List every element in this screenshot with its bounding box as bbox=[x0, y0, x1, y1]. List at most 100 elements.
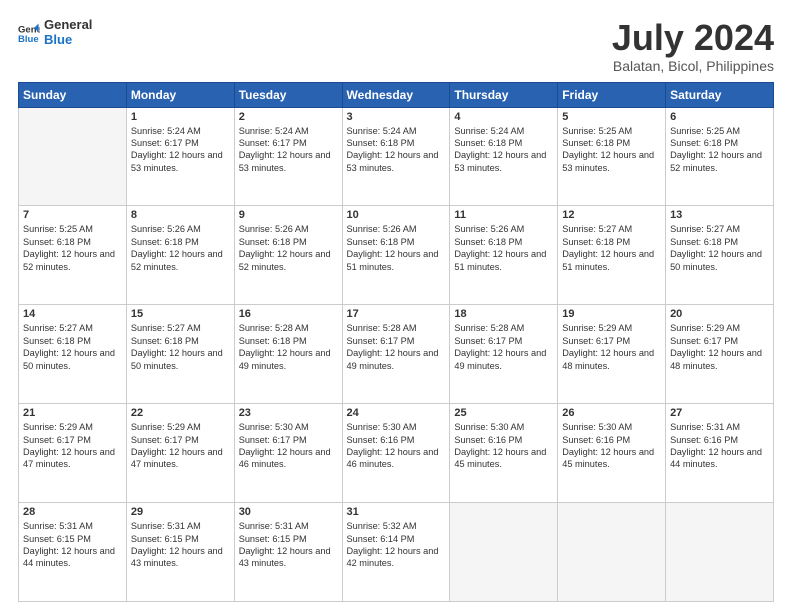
week-row-4: 21 Sunrise: 5:29 AMSunset: 6:17 PMDayligh… bbox=[19, 404, 774, 503]
calendar-cell: 17 Sunrise: 5:28 AMSunset: 6:17 PMDayligh… bbox=[342, 305, 450, 404]
day-info: Sunrise: 5:29 AMSunset: 6:17 PMDaylight:… bbox=[131, 421, 230, 471]
week-row-3: 14 Sunrise: 5:27 AMSunset: 6:18 PMDayligh… bbox=[19, 305, 774, 404]
day-info: Sunrise: 5:31 AMSunset: 6:16 PMDaylight:… bbox=[670, 421, 769, 471]
day-info: Sunrise: 5:24 AMSunset: 6:18 PMDaylight:… bbox=[347, 125, 446, 175]
day-number: 5 bbox=[562, 111, 661, 123]
day-info: Sunrise: 5:28 AMSunset: 6:17 PMDaylight:… bbox=[454, 322, 553, 372]
day-number: 30 bbox=[239, 506, 338, 518]
day-number: 3 bbox=[347, 111, 446, 123]
calendar-cell: 15Sunrise: 5:27 AMSunset: 6:18 PMDayligh… bbox=[126, 305, 234, 404]
day-number: 15 bbox=[131, 308, 230, 320]
weekday-header-sunday: Sunday bbox=[19, 82, 127, 107]
day-info: Sunrise: 5:27 AMSunset: 6:18 PMDaylight:… bbox=[23, 322, 122, 372]
calendar-cell bbox=[666, 503, 774, 602]
day-number: 1 bbox=[131, 111, 230, 123]
weekday-header-friday: Friday bbox=[558, 82, 666, 107]
day-number: 21 bbox=[23, 407, 122, 419]
calendar-cell: 10Sunrise: 5:26 AMSunset: 6:18 PMDayligh… bbox=[342, 206, 450, 305]
day-info: Sunrise: 5:32 AMSunset: 6:14 PMDaylight:… bbox=[347, 520, 446, 570]
day-info: Sunrise: 5:24 AMSunset: 6:17 PMDaylight:… bbox=[131, 125, 230, 175]
day-number: 23 bbox=[239, 407, 338, 419]
calendar-cell: 6 Sunrise: 5:25 AMSunset: 6:18 PMDaylight… bbox=[666, 107, 774, 206]
weekday-header-thursday: Thursday bbox=[450, 82, 558, 107]
day-number: 4 bbox=[454, 111, 553, 123]
day-info: Sunrise: 5:30 AMSunset: 6:16 PMDaylight:… bbox=[454, 421, 553, 471]
logo-general: General bbox=[44, 18, 92, 33]
day-info: Sunrise: 5:27 AMSunset: 6:18 PMDaylight:… bbox=[670, 223, 769, 273]
calendar-cell: 31Sunrise: 5:32 AMSunset: 6:14 PMDayligh… bbox=[342, 503, 450, 602]
day-info: Sunrise: 5:25 AMSunset: 6:18 PMDaylight:… bbox=[23, 223, 122, 273]
day-info: Sunrise: 5:31 AMSunset: 6:15 PMDaylight:… bbox=[23, 520, 122, 570]
day-info: Sunrise: 5:31 AMSunset: 6:15 PMDaylight:… bbox=[131, 520, 230, 570]
header: General Blue General Blue July 2024 Bala… bbox=[18, 18, 774, 74]
logo-icon: General Blue bbox=[18, 22, 40, 44]
calendar-cell: 30 Sunrise: 5:31 AMSunset: 6:15 PMDayligh… bbox=[234, 503, 342, 602]
day-number: 29 bbox=[131, 506, 230, 518]
day-info: Sunrise: 5:28 AMSunset: 6:17 PMDaylight:… bbox=[347, 322, 446, 372]
day-info: Sunrise: 5:26 AMSunset: 6:18 PMDaylight:… bbox=[239, 223, 338, 273]
day-number: 16 bbox=[239, 308, 338, 320]
day-info: Sunrise: 5:28 AMSunset: 6:18 PMDaylight:… bbox=[239, 322, 338, 372]
day-number: 24 bbox=[347, 407, 446, 419]
weekday-header-row: SundayMondayTuesdayWednesdayThursdayFrid… bbox=[19, 82, 774, 107]
calendar-cell: 8 Sunrise: 5:26 AMSunset: 6:18 PMDaylight… bbox=[126, 206, 234, 305]
week-row-5: 28Sunrise: 5:31 AMSunset: 6:15 PMDayligh… bbox=[19, 503, 774, 602]
calendar-cell bbox=[558, 503, 666, 602]
calendar-cell: 25 Sunrise: 5:30 AMSunset: 6:16 PMDayligh… bbox=[450, 404, 558, 503]
week-row-2: 7 Sunrise: 5:25 AMSunset: 6:18 PMDaylight… bbox=[19, 206, 774, 305]
logo-blue: Blue bbox=[44, 33, 92, 48]
calendar-cell: 23 Sunrise: 5:30 AMSunset: 6:17 PMDayligh… bbox=[234, 404, 342, 503]
day-number: 20 bbox=[670, 308, 769, 320]
day-info: Sunrise: 5:29 AMSunset: 6:17 PMDaylight:… bbox=[562, 322, 661, 372]
location-title: Balatan, Bicol, Philippines bbox=[612, 58, 774, 74]
day-number: 13 bbox=[670, 209, 769, 221]
day-info: Sunrise: 5:30 AMSunset: 6:17 PMDaylight:… bbox=[239, 421, 338, 471]
day-number: 17 bbox=[347, 308, 446, 320]
calendar-cell: 7 Sunrise: 5:25 AMSunset: 6:18 PMDaylight… bbox=[19, 206, 127, 305]
day-number: 25 bbox=[454, 407, 553, 419]
weekday-header-wednesday: Wednesday bbox=[342, 82, 450, 107]
day-info: Sunrise: 5:31 AMSunset: 6:15 PMDaylight:… bbox=[239, 520, 338, 570]
weekday-header-tuesday: Tuesday bbox=[234, 82, 342, 107]
week-row-1: 1 Sunrise: 5:24 AMSunset: 6:17 PMDaylight… bbox=[19, 107, 774, 206]
day-number: 22 bbox=[131, 407, 230, 419]
day-info: Sunrise: 5:26 AMSunset: 6:18 PMDaylight:… bbox=[347, 223, 446, 273]
day-info: Sunrise: 5:29 AMSunset: 6:17 PMDaylight:… bbox=[23, 421, 122, 471]
day-number: 6 bbox=[670, 111, 769, 123]
day-info: Sunrise: 5:24 AMSunset: 6:18 PMDaylight:… bbox=[454, 125, 553, 175]
calendar-cell: 12Sunrise: 5:27 AMSunset: 6:18 PMDayligh… bbox=[558, 206, 666, 305]
calendar-cell: 26Sunrise: 5:30 AMSunset: 6:16 PMDayligh… bbox=[558, 404, 666, 503]
calendar-cell: 2 Sunrise: 5:24 AMSunset: 6:17 PMDaylight… bbox=[234, 107, 342, 206]
calendar-cell: 22 Sunrise: 5:29 AMSunset: 6:17 PMDayligh… bbox=[126, 404, 234, 503]
calendar-cell: 21 Sunrise: 5:29 AMSunset: 6:17 PMDayligh… bbox=[19, 404, 127, 503]
day-info: Sunrise: 5:25 AMSunset: 6:18 PMDaylight:… bbox=[670, 125, 769, 175]
calendar-cell: 14 Sunrise: 5:27 AMSunset: 6:18 PMDayligh… bbox=[19, 305, 127, 404]
day-number: 8 bbox=[131, 209, 230, 221]
calendar-cell: 20 Sunrise: 5:29 AMSunset: 6:17 PMDayligh… bbox=[666, 305, 774, 404]
calendar-cell bbox=[450, 503, 558, 602]
calendar-cell: 13 Sunrise: 5:27 AMSunset: 6:18 PMDayligh… bbox=[666, 206, 774, 305]
svg-text:Blue: Blue bbox=[18, 34, 39, 44]
day-info: Sunrise: 5:29 AMSunset: 6:17 PMDaylight:… bbox=[670, 322, 769, 372]
page: General Blue General Blue July 2024 Bala… bbox=[0, 0, 792, 612]
day-number: 9 bbox=[239, 209, 338, 221]
calendar-cell: 9 Sunrise: 5:26 AMSunset: 6:18 PMDaylight… bbox=[234, 206, 342, 305]
calendar-cell bbox=[19, 107, 127, 206]
day-number: 27 bbox=[670, 407, 769, 419]
day-number: 7 bbox=[23, 209, 122, 221]
day-info: Sunrise: 5:26 AMSunset: 6:18 PMDaylight:… bbox=[131, 223, 230, 273]
day-info: Sunrise: 5:24 AMSunset: 6:17 PMDaylight:… bbox=[239, 125, 338, 175]
title-block: July 2024 Balatan, Bicol, Philippines bbox=[612, 18, 774, 74]
calendar-cell: 16 Sunrise: 5:28 AMSunset: 6:18 PMDayligh… bbox=[234, 305, 342, 404]
day-number: 14 bbox=[23, 308, 122, 320]
weekday-header-saturday: Saturday bbox=[666, 82, 774, 107]
calendar-cell: 29 Sunrise: 5:31 AMSunset: 6:15 PMDayligh… bbox=[126, 503, 234, 602]
day-number: 11 bbox=[454, 209, 553, 221]
calendar-cell: 18Sunrise: 5:28 AMSunset: 6:17 PMDayligh… bbox=[450, 305, 558, 404]
day-number: 12 bbox=[562, 209, 661, 221]
calendar-cell: 11Sunrise: 5:26 AMSunset: 6:18 PMDayligh… bbox=[450, 206, 558, 305]
day-number: 2 bbox=[239, 111, 338, 123]
calendar-table: SundayMondayTuesdayWednesdayThursdayFrid… bbox=[18, 82, 774, 602]
calendar-cell: 24Sunrise: 5:30 AMSunset: 6:16 PMDayligh… bbox=[342, 404, 450, 503]
calendar-cell: 1 Sunrise: 5:24 AMSunset: 6:17 PMDaylight… bbox=[126, 107, 234, 206]
